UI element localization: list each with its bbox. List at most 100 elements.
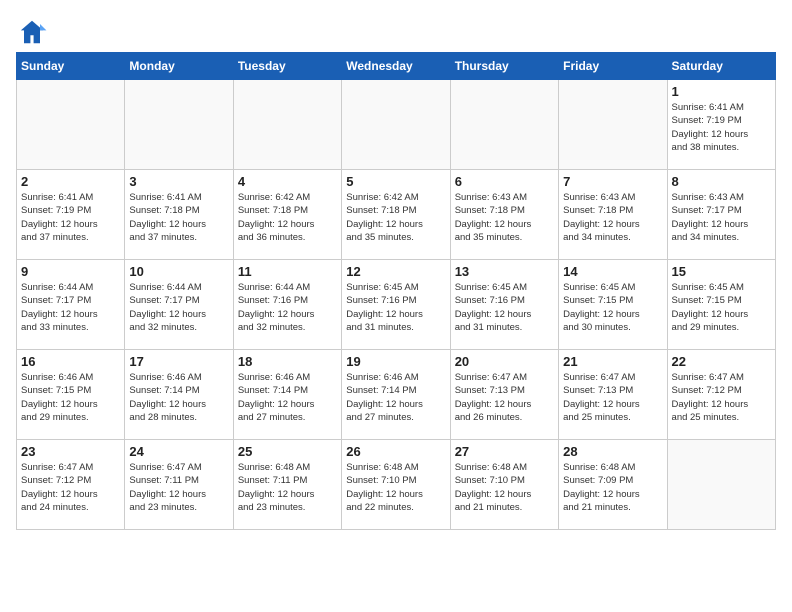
day-number: 16: [21, 354, 120, 369]
day-number: 27: [455, 444, 554, 459]
calendar-cell: 17Sunrise: 6:46 AM Sunset: 7:14 PM Dayli…: [125, 350, 233, 440]
day-info: Sunrise: 6:45 AM Sunset: 7:16 PM Dayligh…: [346, 281, 445, 334]
weekday-header: Wednesday: [342, 53, 450, 80]
day-number: 26: [346, 444, 445, 459]
calendar-cell: [667, 440, 775, 530]
calendar-cell: [17, 80, 125, 170]
day-number: 2: [21, 174, 120, 189]
day-number: 25: [238, 444, 337, 459]
day-number: 28: [563, 444, 662, 459]
day-number: 13: [455, 264, 554, 279]
calendar-cell: 4 Sunrise: 6:42 AM Sunset: 7:18 PM Daylig…: [233, 170, 341, 260]
day-info: Sunrise: 6:45 AM Sunset: 7:15 PM Dayligh…: [563, 281, 662, 334]
weekday-header: Saturday: [667, 53, 775, 80]
calendar-cell: 18Sunrise: 6:46 AM Sunset: 7:14 PM Dayli…: [233, 350, 341, 440]
day-info: Sunrise: 6:45 AM Sunset: 7:16 PM Dayligh…: [455, 281, 554, 334]
weekday-header: Monday: [125, 53, 233, 80]
day-number: 9: [21, 264, 120, 279]
day-number: 15: [672, 264, 771, 279]
calendar-cell: 10 Sunrise: 6:44 AM Sunset: 7:17 PM Dayli…: [125, 260, 233, 350]
day-number: 14: [563, 264, 662, 279]
day-number: 10: [129, 264, 228, 279]
calendar-week-row: 9 Sunrise: 6:44 AM Sunset: 7:17 PM Daylig…: [17, 260, 776, 350]
weekday-header: Friday: [559, 53, 667, 80]
calendar-week-row: 1 Sunrise: 6:41 AM Sunset: 7:19 PM Daylig…: [17, 80, 776, 170]
calendar-cell: 11 Sunrise: 6:44 AM Sunset: 7:16 PM Dayli…: [233, 260, 341, 350]
calendar-cell: [559, 80, 667, 170]
calendar-cell: 25 Sunrise: 6:48 AM Sunset: 7:11 PM Dayli…: [233, 440, 341, 530]
calendar-cell: [450, 80, 558, 170]
logo-icon: [16, 16, 48, 48]
day-info: Sunrise: 6:47 AM Sunset: 7:13 PM Dayligh…: [455, 371, 554, 424]
day-number: 7: [563, 174, 662, 189]
calendar-cell: 3 Sunrise: 6:41 AM Sunset: 7:18 PM Daylig…: [125, 170, 233, 260]
calendar-cell: [233, 80, 341, 170]
day-info: Sunrise: 6:46 AM Sunset: 7:15 PM Dayligh…: [21, 371, 120, 424]
calendar-cell: 16 Sunrise: 6:46 AM Sunset: 7:15 PM Dayli…: [17, 350, 125, 440]
day-number: 21: [563, 354, 662, 369]
day-number: 23: [21, 444, 120, 459]
day-info: Sunrise: 6:48 AM Sunset: 7:09 PM Dayligh…: [563, 461, 662, 514]
calendar-cell: 26 Sunrise: 6:48 AM Sunset: 7:10 PM Dayli…: [342, 440, 450, 530]
calendar-cell: 15 Sunrise: 6:45 AM Sunset: 7:15 PM Dayli…: [667, 260, 775, 350]
weekday-header: Tuesday: [233, 53, 341, 80]
calendar-cell: 24 Sunrise: 6:47 AM Sunset: 7:11 PM Dayli…: [125, 440, 233, 530]
calendar-cell: 7 Sunrise: 6:43 AM Sunset: 7:18 PM Daylig…: [559, 170, 667, 260]
calendar-cell: 27 Sunrise: 6:48 AM Sunset: 7:10 PM Dayli…: [450, 440, 558, 530]
day-info: Sunrise: 6:46 AM Sunset: 7:14 PM Dayligh…: [238, 371, 337, 424]
calendar-cell: 1 Sunrise: 6:41 AM Sunset: 7:19 PM Daylig…: [667, 80, 775, 170]
day-info: Sunrise: 6:48 AM Sunset: 7:11 PM Dayligh…: [238, 461, 337, 514]
calendar-cell: 8 Sunrise: 6:43 AM Sunset: 7:17 PM Daylig…: [667, 170, 775, 260]
day-info: Sunrise: 6:47 AM Sunset: 7:13 PM Dayligh…: [563, 371, 662, 424]
day-info: Sunrise: 6:47 AM Sunset: 7:11 PM Dayligh…: [129, 461, 228, 514]
weekday-header-row: SundayMondayTuesdayWednesdayThursdayFrid…: [17, 53, 776, 80]
day-info: Sunrise: 6:42 AM Sunset: 7:18 PM Dayligh…: [238, 191, 337, 244]
day-number: 4: [238, 174, 337, 189]
weekday-header: Sunday: [17, 53, 125, 80]
day-number: 3: [129, 174, 228, 189]
day-info: Sunrise: 6:44 AM Sunset: 7:16 PM Dayligh…: [238, 281, 337, 334]
day-info: Sunrise: 6:41 AM Sunset: 7:18 PM Dayligh…: [129, 191, 228, 244]
day-info: Sunrise: 6:47 AM Sunset: 7:12 PM Dayligh…: [21, 461, 120, 514]
day-info: Sunrise: 6:46 AM Sunset: 7:14 PM Dayligh…: [346, 371, 445, 424]
weekday-header: Thursday: [450, 53, 558, 80]
day-number: 11: [238, 264, 337, 279]
calendar-cell: 22 Sunrise: 6:47 AM Sunset: 7:12 PM Dayli…: [667, 350, 775, 440]
calendar-cell: 21 Sunrise: 6:47 AM Sunset: 7:13 PM Dayli…: [559, 350, 667, 440]
day-info: Sunrise: 6:42 AM Sunset: 7:18 PM Dayligh…: [346, 191, 445, 244]
day-info: Sunrise: 6:48 AM Sunset: 7:10 PM Dayligh…: [455, 461, 554, 514]
day-info: Sunrise: 6:44 AM Sunset: 7:17 PM Dayligh…: [129, 281, 228, 334]
calendar-week-row: 23 Sunrise: 6:47 AM Sunset: 7:12 PM Dayli…: [17, 440, 776, 530]
calendar-cell: 9 Sunrise: 6:44 AM Sunset: 7:17 PM Daylig…: [17, 260, 125, 350]
calendar-cell: 14 Sunrise: 6:45 AM Sunset: 7:15 PM Dayli…: [559, 260, 667, 350]
day-number: 1: [672, 84, 771, 99]
day-info: Sunrise: 6:45 AM Sunset: 7:15 PM Dayligh…: [672, 281, 771, 334]
day-number: 12: [346, 264, 445, 279]
day-info: Sunrise: 6:43 AM Sunset: 7:17 PM Dayligh…: [672, 191, 771, 244]
day-info: Sunrise: 6:46 AM Sunset: 7:14 PM Dayligh…: [129, 371, 228, 424]
day-info: Sunrise: 6:47 AM Sunset: 7:12 PM Dayligh…: [672, 371, 771, 424]
day-number: 6: [455, 174, 554, 189]
calendar-week-row: 2 Sunrise: 6:41 AM Sunset: 7:19 PM Daylig…: [17, 170, 776, 260]
calendar-cell: 28 Sunrise: 6:48 AM Sunset: 7:09 PM Dayli…: [559, 440, 667, 530]
day-number: 20: [455, 354, 554, 369]
calendar-cell: 12 Sunrise: 6:45 AM Sunset: 7:16 PM Dayli…: [342, 260, 450, 350]
day-info: Sunrise: 6:41 AM Sunset: 7:19 PM Dayligh…: [672, 101, 771, 154]
day-number: 24: [129, 444, 228, 459]
day-info: Sunrise: 6:43 AM Sunset: 7:18 PM Dayligh…: [455, 191, 554, 244]
calendar-cell: 5Sunrise: 6:42 AM Sunset: 7:18 PM Daylig…: [342, 170, 450, 260]
calendar-table: SundayMondayTuesdayWednesdayThursdayFrid…: [16, 52, 776, 530]
calendar-cell: 2 Sunrise: 6:41 AM Sunset: 7:19 PM Daylig…: [17, 170, 125, 260]
calendar-cell: [342, 80, 450, 170]
day-info: Sunrise: 6:43 AM Sunset: 7:18 PM Dayligh…: [563, 191, 662, 244]
calendar-cell: 23 Sunrise: 6:47 AM Sunset: 7:12 PM Dayli…: [17, 440, 125, 530]
day-info: Sunrise: 6:41 AM Sunset: 7:19 PM Dayligh…: [21, 191, 120, 244]
calendar-week-row: 16 Sunrise: 6:46 AM Sunset: 7:15 PM Dayli…: [17, 350, 776, 440]
day-number: 22: [672, 354, 771, 369]
calendar-cell: 6 Sunrise: 6:43 AM Sunset: 7:18 PM Daylig…: [450, 170, 558, 260]
day-number: 8: [672, 174, 771, 189]
day-info: Sunrise: 6:48 AM Sunset: 7:10 PM Dayligh…: [346, 461, 445, 514]
day-number: 19: [346, 354, 445, 369]
calendar-cell: 19 Sunrise: 6:46 AM Sunset: 7:14 PM Dayli…: [342, 350, 450, 440]
day-info: Sunrise: 6:44 AM Sunset: 7:17 PM Dayligh…: [21, 281, 120, 334]
